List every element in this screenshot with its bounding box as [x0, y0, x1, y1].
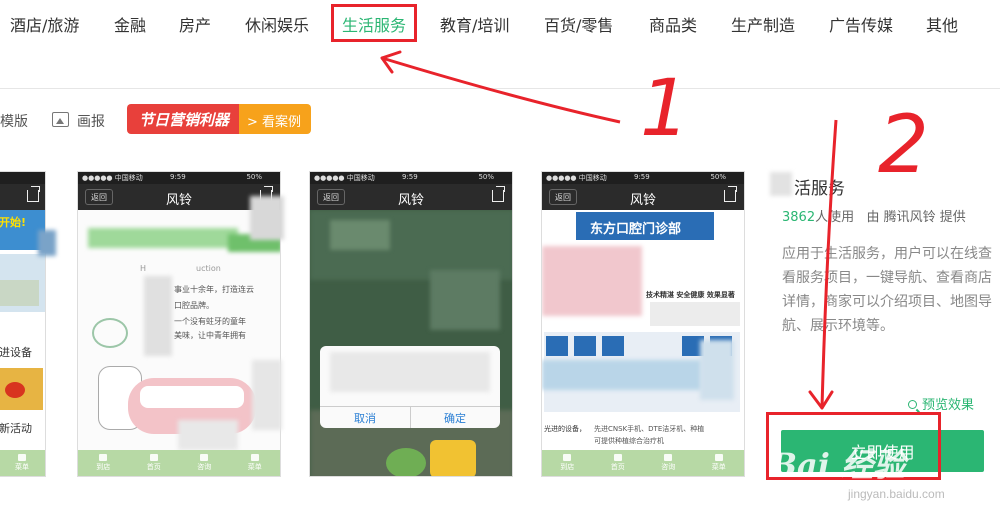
phone-title: 风铃	[397, 193, 424, 208]
nav-item-manufacturing[interactable]: 生产制造	[731, 12, 795, 36]
picture-icon	[52, 112, 69, 127]
time-label: 9:59	[402, 173, 418, 181]
battery-label: 50%	[478, 173, 494, 181]
battery-label: 50%	[710, 173, 726, 181]
clinic-banner-text: 东方口腔门诊部	[590, 222, 682, 237]
watermark-url: jingyan.baidu.com	[848, 487, 945, 501]
preview-fragment: 口腔品牌。	[174, 301, 214, 310]
nav-item-real-estate[interactable]: 房产	[179, 12, 211, 36]
phone-footer: 菜单	[0, 450, 45, 476]
time-label: 9:59	[634, 173, 650, 181]
footer-store[interactable]: 到店	[96, 454, 110, 472]
nav-item-hotel-travel[interactable]: 酒店/旅游	[10, 12, 79, 36]
carrier-label: ●●●●● 中国移动	[82, 174, 143, 182]
share-icon[interactable]	[724, 186, 737, 202]
phone-title: 风铃	[629, 193, 656, 208]
preview-fragment: 新活动	[0, 422, 32, 435]
nav-highlight-box	[331, 4, 417, 42]
dialog-cancel-button[interactable]: 取消	[354, 410, 376, 426]
pixelated-mask	[38, 230, 56, 256]
pixelated-mask	[252, 360, 282, 430]
provider-label: 由 腾讯风铃 提供	[866, 210, 966, 225]
footer-menu[interactable]: 菜单	[248, 454, 262, 472]
pixelated-mask	[700, 340, 734, 400]
battery-label: 50%	[246, 173, 262, 181]
clinic-banner: 东方口腔门诊部	[576, 212, 714, 240]
confirm-dialog: 取消 确定	[320, 346, 500, 428]
arrow-to-button-head	[808, 390, 834, 410]
phone-footer: 到店 首页 咨询 菜单	[78, 450, 280, 476]
status-bar: ●●●●● 中国移动 9:59 50%	[542, 172, 744, 184]
category-nav: 酒店/旅游 金融 房产 休闲娱乐 生活服务 教育/培训 百货/零售 商品类 生产…	[0, 0, 1000, 48]
nav-item-education[interactable]: 教育/培训	[440, 12, 509, 36]
preview-fragment: H	[140, 264, 147, 273]
footer-store[interactable]: 到店	[560, 454, 574, 472]
preview-fragment: 一个没有蛀牙的童年	[174, 317, 246, 326]
baidu-watermark: Bai 经验	[770, 446, 906, 484]
app-description: 应用于生活服务，用户可以在线查看服务项目，一键导航、查看商店详情，商家可以介绍项…	[782, 246, 992, 334]
preview-fragment: 先进CNSK手机、DTE洁牙机、种植	[594, 425, 705, 433]
search-icon	[908, 400, 917, 409]
preview-link-label: 预览效果	[922, 398, 975, 413]
picture-filter[interactable]: 画报	[77, 111, 105, 131]
status-bar	[0, 172, 45, 184]
step-number-2: 2	[878, 98, 929, 191]
phone-content: 东方口腔门诊部 技术精湛 安全健康 效果显著 光进的设备， 先进CNSK手机、D…	[542, 210, 744, 450]
time-label: 9:59	[170, 173, 186, 181]
app-title: 活服务	[794, 179, 845, 199]
step-number-1: 1	[640, 64, 690, 154]
footer-home[interactable]: 首页	[611, 454, 625, 472]
footer-menu[interactable]: 菜单	[712, 454, 726, 472]
status-bar: ●●●●● 中国移动 9:59 50%	[310, 172, 512, 184]
nav-item-goods[interactable]: 商品类	[649, 12, 697, 36]
share-icon[interactable]	[492, 186, 505, 202]
promo-link[interactable]: > 看案例	[239, 104, 312, 134]
phone-preview-1[interactable]: 开始! 进设备 新活动 菜单	[0, 171, 46, 477]
preview-link[interactable]: 预览效果	[908, 394, 974, 413]
pixelated-mask	[770, 172, 792, 196]
phone-titlebar: 返回 风铃	[310, 184, 512, 210]
phone-footer: 到店 首页 咨询 菜单	[542, 450, 744, 476]
nav-item-other[interactable]: 其他	[926, 12, 958, 36]
phone-content: 取消 确定	[310, 210, 512, 476]
carrier-label: ●●●●● 中国移动	[314, 174, 375, 182]
usage-suffix: 人使用	[815, 210, 855, 225]
share-icon[interactable]	[27, 186, 40, 202]
phone-content: H uction 事业十余年，打造连云 口腔品牌。 一个没有蛀牙的童年 美味，让…	[78, 210, 280, 450]
phone-preview-4[interactable]: ●●●●● 中国移动 9:59 50% 返回 风铃 东方口腔门诊部 技术精湛 安…	[541, 171, 745, 477]
usage-stats: 3862人使用 由 腾讯风铃 提供	[782, 206, 966, 225]
template-filter[interactable]: 模版	[0, 111, 28, 131]
promo-label: 节日营销利器	[127, 104, 240, 134]
phone-titlebar	[0, 184, 45, 210]
preview-fragment: uction	[196, 264, 221, 273]
footer-consult[interactable]: 咨询	[197, 454, 211, 472]
arrow-to-nav-line	[381, 56, 621, 124]
nav-item-advertising[interactable]: 广告传媒	[829, 12, 893, 36]
preview-fragment: 技术精湛 安全健康 效果显著	[646, 291, 735, 299]
carrier-label: ●●●●● 中国移动	[546, 174, 607, 182]
phone-preview-3[interactable]: ●●●●● 中国移动 9:59 50% 返回 风铃 取消 确定	[309, 171, 513, 477]
phone-titlebar: 返回 风铃	[542, 184, 744, 210]
divider	[0, 88, 1000, 89]
preview-fragment: 进设备	[0, 346, 32, 359]
preview-fragment: 事业十余年，打造连云	[174, 285, 254, 294]
footer-home[interactable]: 首页	[147, 454, 161, 472]
nav-item-finance[interactable]: 金融	[114, 12, 146, 36]
preview-fragment: 可提供种植综合治疗机	[594, 437, 664, 445]
nav-item-retail[interactable]: 百货/零售	[544, 12, 613, 36]
nav-item-leisure[interactable]: 休闲娱乐	[245, 12, 309, 36]
status-bar: ●●●●● 中国移动 9:59 50%	[78, 172, 280, 184]
pixelated-mask	[250, 196, 284, 240]
arrow-to-nav-head	[380, 50, 402, 74]
preview-fragment: 开始!	[0, 216, 27, 229]
preview-fragment: 光进的设备，	[544, 425, 586, 433]
promo-banner[interactable]: 节日营销利器 > 看案例	[127, 104, 312, 134]
footer-consult[interactable]: 咨询	[661, 454, 675, 472]
footer-menu[interactable]: 菜单	[15, 454, 29, 472]
preview-fragment: 美味，让中青年拥有	[174, 331, 246, 340]
usage-count: 3862	[782, 210, 816, 225]
dialog-confirm-button[interactable]: 确定	[444, 410, 466, 426]
